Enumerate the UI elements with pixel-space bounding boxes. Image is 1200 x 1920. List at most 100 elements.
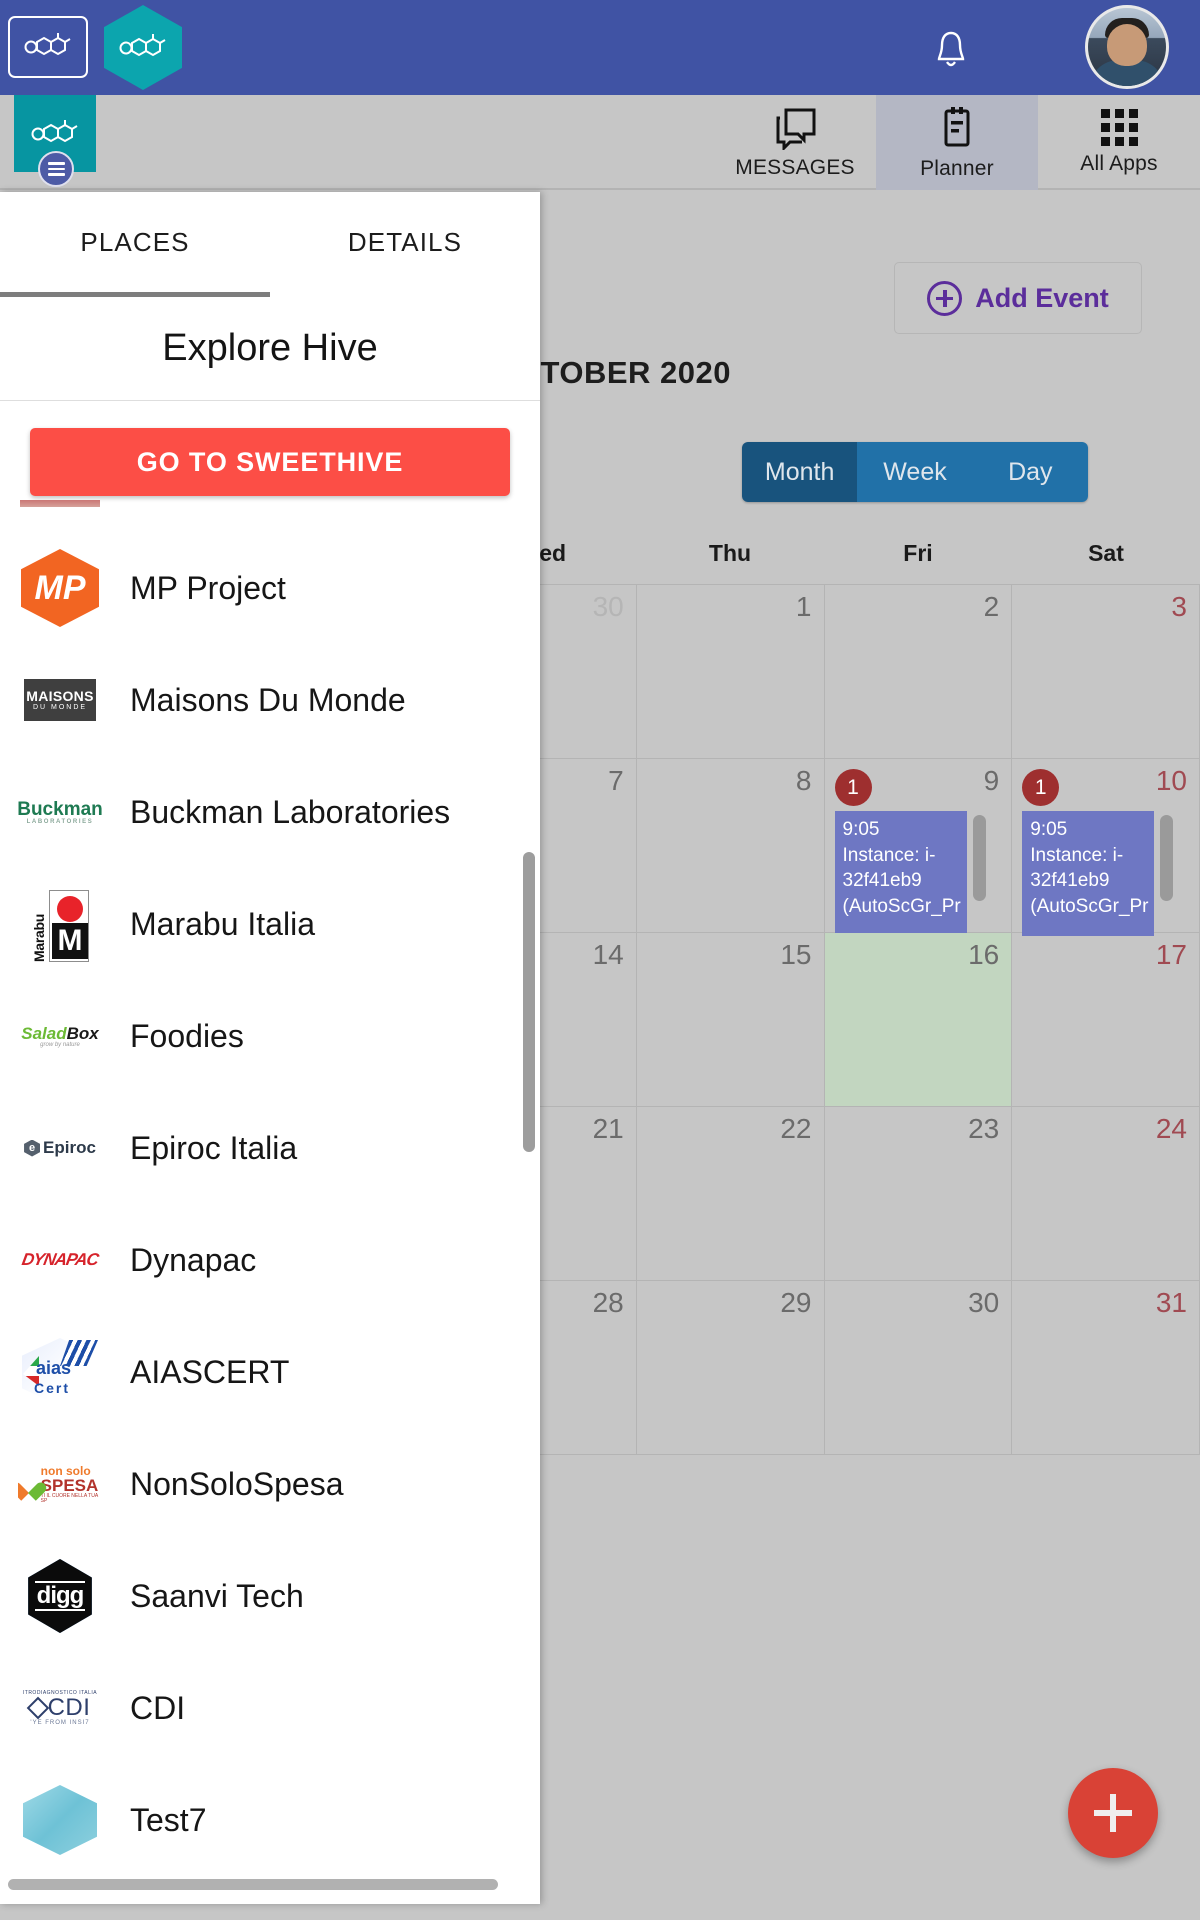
list-item[interactable]: Marabu M Marabu Italia	[0, 868, 540, 980]
tab-details[interactable]: DETAILS	[270, 192, 540, 292]
place-name: Test7	[130, 1801, 207, 1838]
secondary-nav-bar: MESSAGES Planner All Apps	[0, 95, 1200, 190]
day-cell[interactable]: 2	[824, 585, 1013, 759]
nav-item-all-apps[interactable]: All Apps	[1038, 95, 1200, 190]
view-button-month[interactable]: Month	[742, 442, 858, 502]
logo-text: Salad	[21, 1023, 67, 1043]
list-item[interactable]: MAISONS DU MONDE Maisons Du Monde	[0, 644, 540, 756]
day-cell[interactable]: 17	[1012, 933, 1200, 1107]
list-item[interactable]: aias Cert AIASCERT	[0, 1316, 540, 1428]
places-panel: PLACES DETAILS Explore Hive GO TO SWEETH…	[0, 192, 540, 1904]
weekday-header-row: Wed Thu Fri Sat	[448, 522, 1200, 584]
top-app-bar	[0, 0, 1200, 95]
marabu-logo: Marabu M	[31, 886, 89, 962]
list-item[interactable]: digg Saanvi Tech	[0, 1540, 540, 1652]
logo-tagline: TI IL CUORE NELLA TUA SP	[40, 1492, 98, 1504]
list-item[interactable]: Test7	[0, 1764, 540, 1876]
event-scrollbar[interactable]	[1160, 815, 1174, 901]
calendar-week-row: 21 22 23 24	[448, 1107, 1200, 1281]
maisons-du-monde-logo: MAISONS DU MONDE	[24, 679, 96, 721]
place-logo: e Epiroc	[18, 1108, 102, 1188]
day-cell[interactable]: 31	[1012, 1281, 1200, 1455]
day-number: 29	[780, 1287, 812, 1318]
day-cell[interactable]: 22	[636, 1107, 825, 1281]
place-logo	[18, 1780, 102, 1860]
list-item[interactable]: ITRODIAGNOSTICO ITALIA CDI 'YE FROM INSI…	[0, 1652, 540, 1764]
day-cell[interactable]: 1	[636, 585, 825, 759]
brand-hex-button[interactable]	[104, 5, 182, 90]
logo-heart-icon	[18, 1473, 39, 1495]
buckman-logo: Buckman LABORATORIES	[18, 800, 102, 825]
nav-item-planner[interactable]: Planner	[876, 95, 1038, 190]
logo-square-icon	[26, 1696, 49, 1719]
add-event-button[interactable]: Add Event	[894, 262, 1142, 334]
tab-places[interactable]: PLACES	[0, 192, 270, 292]
place-name: Marabu Italia	[130, 905, 315, 942]
day-cell[interactable]: 1 9 9:05 Instance: i-32f41eb9 (AutoScGr_…	[824, 759, 1013, 936]
list-item[interactable]: Buckman LABORATORIES Buckman Laboratorie…	[0, 756, 540, 868]
day-cell[interactable]: 15	[636, 933, 825, 1107]
day-number: 16	[968, 939, 1000, 970]
nav-item-label: MESSAGES	[735, 155, 855, 179]
place-name: Saanvi Tech	[130, 1577, 304, 1614]
notifications-button[interactable]	[925, 24, 977, 76]
list-item[interactable]: non solo SPESA TI IL CUORE NELLA TUA SP …	[0, 1428, 540, 1540]
nav-item-messages[interactable]: MESSAGES	[714, 95, 876, 190]
day-number: 14	[592, 939, 624, 970]
hive-logo-button[interactable]	[8, 16, 88, 78]
bell-icon	[937, 31, 965, 67]
day-cell-today[interactable]: 16	[824, 933, 1013, 1107]
nav-item-label: Planner	[920, 156, 994, 180]
day-number: 2	[983, 591, 1000, 622]
add-floating-action-button[interactable]	[1068, 1768, 1158, 1858]
event-scrollbar[interactable]	[972, 815, 986, 901]
list-item[interactable]	[0, 500, 540, 532]
calendar-weeks: 30 1 2 3 7 8 1 9 9:05 Instance: i-32f41e…	[448, 584, 1200, 1455]
event-card[interactable]: 9:05 Instance: i-32f41eb9 (AutoScGr_Pr	[1022, 811, 1155, 936]
cdi-logo: ITRODIAGNOSTICO ITALIA CDI 'YE FROM INSI…	[23, 1690, 97, 1726]
logo-text: CDI	[47, 1693, 91, 1721]
place-logo: MAISONS DU MONDE	[18, 660, 102, 740]
day-cell[interactable]: 23	[824, 1107, 1013, 1281]
plus-circle-icon	[927, 280, 963, 316]
place-logo: SaladBox grow by nature	[18, 996, 102, 1076]
event-title: Instance: i-32f41eb9 (AutoScGr_Pr	[1030, 844, 1149, 917]
list-item[interactable]: MP MP Project	[0, 532, 540, 644]
panel-tabs: PLACES DETAILS	[0, 192, 540, 292]
panel-vertical-scrollbar[interactable]	[523, 852, 535, 1152]
panel-horizontal-scrollbar[interactable]	[8, 1879, 498, 1890]
event-time: 9:05	[1030, 819, 1068, 840]
view-toggle-group: Month Week Day	[742, 442, 1088, 502]
hamburger-menu-icon[interactable]	[38, 151, 74, 187]
messages-icon	[776, 108, 816, 150]
salad-box-logo: SaladBox grow by nature	[21, 1025, 98, 1048]
epiroc-logo: e Epiroc	[24, 1138, 96, 1158]
logo-text: Buckman	[18, 798, 102, 820]
day-number: 17	[1155, 939, 1187, 970]
day-cell[interactable]: 1 10 9:05 Instance: i-32f41eb9 (AutoScGr…	[1012, 759, 1200, 936]
place-name: Epiroc Italia	[130, 1129, 298, 1166]
day-cell[interactable]: 8	[636, 759, 825, 933]
list-item[interactable]: e Epiroc Epiroc Italia	[0, 1092, 540, 1204]
list-item[interactable]: DYNAPAC Dynapac	[0, 1204, 540, 1316]
nonsolospesa-logo: non solo SPESA TI IL CUORE NELLA TUA SP	[18, 1465, 102, 1504]
view-button-week[interactable]: Week	[857, 442, 973, 502]
day-number: 28	[592, 1287, 624, 1318]
day-number: 21	[592, 1113, 624, 1144]
event-time: 9:05	[842, 819, 880, 840]
day-cell[interactable]: 29	[636, 1281, 825, 1455]
view-button-day[interactable]: Day	[972, 442, 1088, 502]
day-cell[interactable]: 30	[824, 1281, 1013, 1455]
day-cell[interactable]: 24	[1012, 1107, 1200, 1281]
day-cell[interactable]: 3	[1012, 585, 1200, 759]
go-to-sweethive-button[interactable]: GO TO SWEETHIVE	[30, 428, 510, 496]
place-logo: ITRODIAGNOSTICO ITALIA CDI 'YE FROM INSI…	[18, 1668, 102, 1748]
place-logo: aias Cert	[18, 1332, 102, 1412]
avatar[interactable]	[1085, 5, 1169, 89]
aias-cert-logo: aias Cert	[20, 1334, 100, 1410]
place-name: MP Project	[130, 569, 286, 606]
day-number: 9	[983, 765, 1000, 796]
event-card[interactable]: 9:05 Instance: i-32f41eb9 (AutoScGr_Pr	[834, 811, 967, 936]
list-item[interactable]: SaladBox grow by nature Foodies	[0, 980, 540, 1092]
logo-subtext: Box	[66, 1023, 99, 1043]
